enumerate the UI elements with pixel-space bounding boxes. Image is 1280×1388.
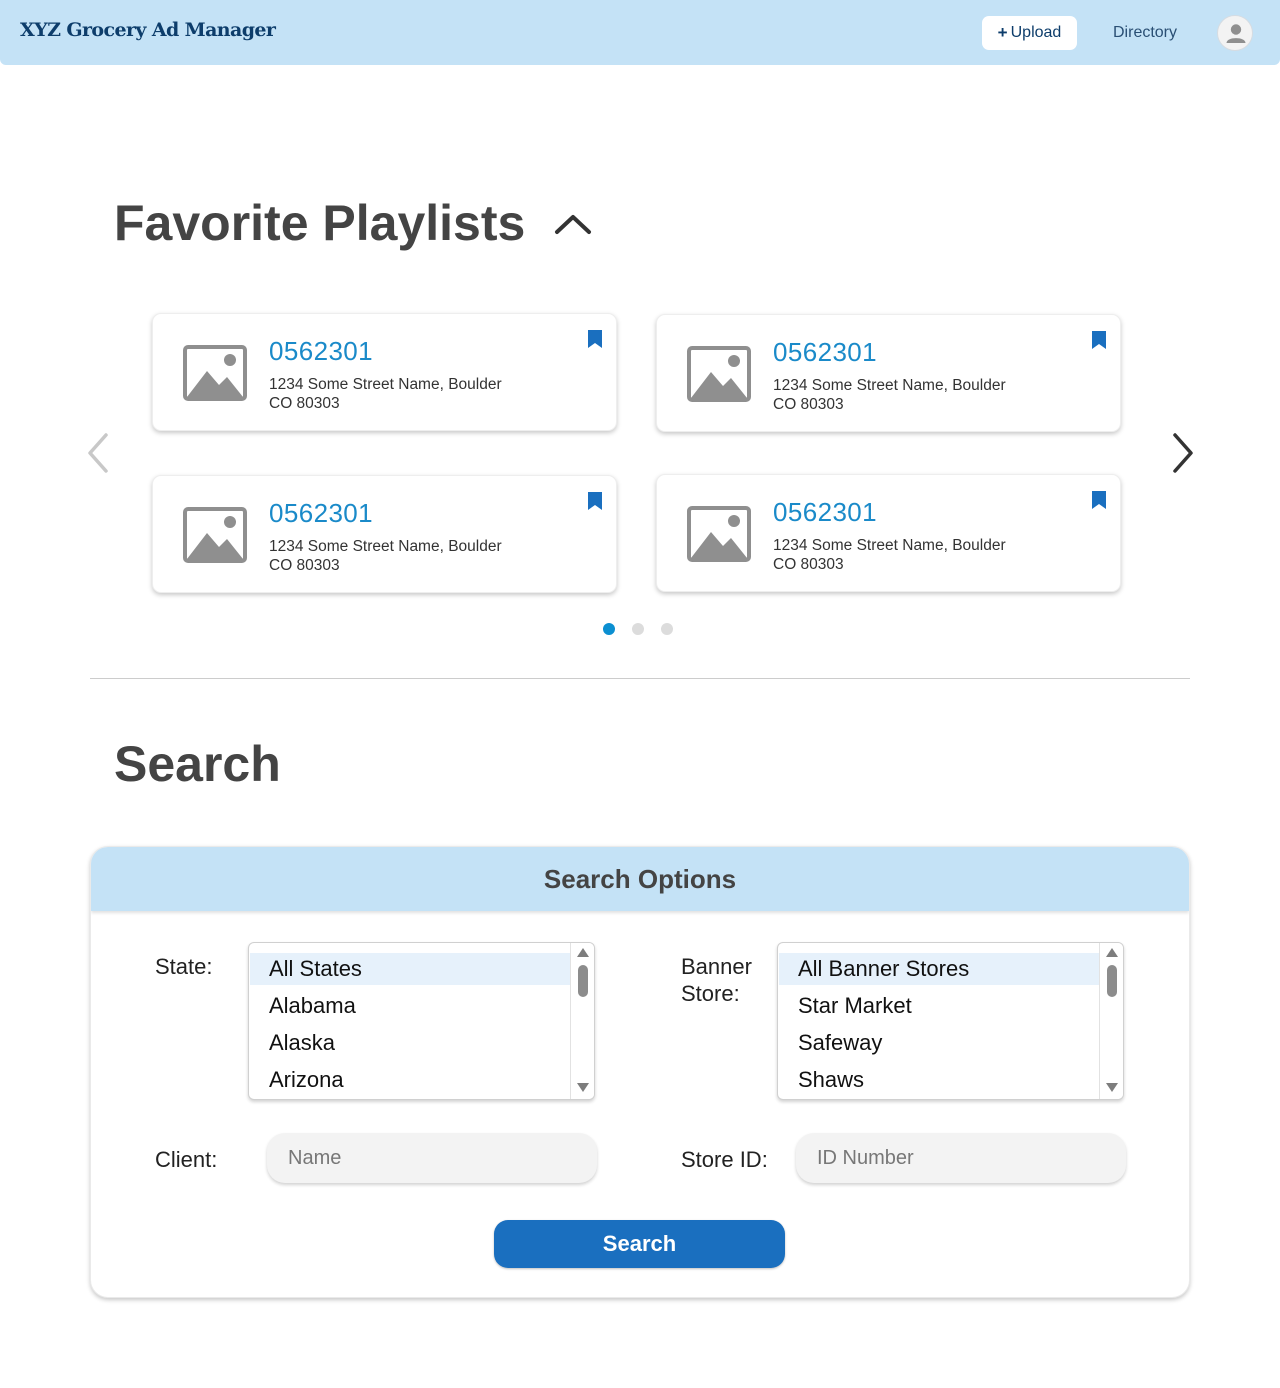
- search-title: Search: [114, 736, 281, 792]
- playlist-card[interactable]: 0562301 1234 Some Street Name, Boulder C…: [152, 475, 617, 593]
- playlist-card[interactable]: 0562301 1234 Some Street Name, Boulder C…: [656, 314, 1121, 432]
- address-line1: 1234 Some Street Name, Boulder: [269, 538, 502, 555]
- search-button[interactable]: Search: [494, 1220, 785, 1268]
- upload-button[interactable]: + Upload: [982, 16, 1077, 50]
- image-placeholder-icon: [687, 346, 751, 402]
- state-option[interactable]: Arizona: [250, 1064, 570, 1096]
- scroll-down-arrow-icon[interactable]: [577, 1083, 589, 1092]
- scrollbar-thumb[interactable]: [1107, 965, 1117, 997]
- scroll-up-arrow-icon[interactable]: [577, 948, 589, 957]
- store-id-input[interactable]: [796, 1133, 1126, 1183]
- top-navbar: XYZ Grocery Ad Manager + Upload Director…: [0, 0, 1280, 65]
- state-option[interactable]: Alabama: [250, 990, 570, 1022]
- user-avatar[interactable]: [1217, 15, 1253, 51]
- playlist-card[interactable]: 0562301 1234 Some Street Name, Boulder C…: [656, 474, 1121, 592]
- banner-store-scrollbar[interactable]: [1099, 943, 1123, 1099]
- playlist-address: 1234 Some Street Name, Boulder CO 80303: [269, 375, 502, 413]
- chevron-left-icon[interactable]: [84, 431, 114, 475]
- image-placeholder-icon: [687, 506, 751, 562]
- bookmark-icon[interactable]: [1091, 490, 1107, 510]
- pagination-dot-2[interactable]: [632, 623, 644, 635]
- store-id-label: Store ID:: [681, 1147, 768, 1172]
- banner-store-option[interactable]: Star Market: [779, 990, 1099, 1022]
- client-label: Client:: [155, 1147, 218, 1172]
- banner-label-line1: Banner: [681, 954, 752, 979]
- address-line2: CO 80303: [269, 557, 340, 574]
- scroll-down-arrow-icon[interactable]: [1106, 1083, 1118, 1092]
- banner-store-option[interactable]: Safeway: [779, 1027, 1099, 1059]
- search-options-header: Search Options: [91, 847, 1189, 911]
- playlist-address: 1234 Some Street Name, Boulder CO 80303: [269, 537, 502, 575]
- banner-store-label: Banner Store:: [681, 953, 752, 1007]
- address-line2: CO 80303: [773, 396, 844, 413]
- pagination-dot-3[interactable]: [661, 623, 673, 635]
- favorites-title: Favorite Playlists: [114, 195, 526, 251]
- playlist-id: 0562301: [773, 337, 878, 367]
- client-name-input[interactable]: [267, 1133, 597, 1183]
- address-line1: 1234 Some Street Name, Boulder: [773, 537, 1006, 554]
- directory-link[interactable]: Directory: [1113, 24, 1177, 42]
- address-line2: CO 80303: [773, 556, 844, 573]
- state-listbox[interactable]: All States Alabama Alaska Arizona: [248, 942, 595, 1100]
- chevron-right-icon[interactable]: [1167, 431, 1197, 475]
- banner-store-option[interactable]: All Banner Stores: [779, 953, 1099, 985]
- playlist-id: 0562301: [269, 498, 374, 528]
- state-option[interactable]: Alaska: [250, 1027, 570, 1059]
- chevron-up-icon[interactable]: [553, 209, 595, 239]
- scroll-up-arrow-icon[interactable]: [1106, 948, 1118, 957]
- playlist-id: 0562301: [773, 497, 878, 527]
- bookmark-icon[interactable]: [1091, 330, 1107, 350]
- upload-label: Upload: [1010, 24, 1062, 41]
- carousel-pagination: [603, 623, 673, 635]
- playlist-card[interactable]: 0562301 1234 Some Street Name, Boulder C…: [152, 313, 617, 431]
- banner-store-listbox[interactable]: All Banner Stores Star Market Safeway Sh…: [777, 942, 1124, 1100]
- address-line1: 1234 Some Street Name, Boulder: [269, 376, 502, 393]
- playlist-address: 1234 Some Street Name, Boulder CO 80303: [773, 536, 1006, 574]
- playlist-id: 0562301: [269, 336, 374, 366]
- address-line1: 1234 Some Street Name, Boulder: [773, 377, 1006, 394]
- scrollbar-thumb[interactable]: [578, 965, 588, 997]
- app-brand[interactable]: XYZ Grocery Ad Manager: [20, 19, 276, 41]
- bookmark-icon[interactable]: [587, 491, 603, 511]
- banner-label-line2: Store:: [681, 981, 740, 1006]
- image-placeholder-icon: [183, 507, 247, 563]
- image-placeholder-icon: [183, 345, 247, 401]
- playlist-address: 1234 Some Street Name, Boulder CO 80303: [773, 376, 1006, 414]
- banner-store-option[interactable]: Shaws: [779, 1064, 1099, 1096]
- bookmark-icon[interactable]: [587, 329, 603, 349]
- state-option[interactable]: All States: [250, 953, 570, 985]
- pagination-dot-1[interactable]: [603, 623, 615, 635]
- state-label: State:: [155, 954, 213, 979]
- plus-icon: +: [997, 23, 1008, 42]
- address-line2: CO 80303: [269, 395, 340, 412]
- state-scrollbar[interactable]: [570, 943, 594, 1099]
- user-icon: [1226, 24, 1246, 43]
- section-divider: [90, 678, 1190, 679]
